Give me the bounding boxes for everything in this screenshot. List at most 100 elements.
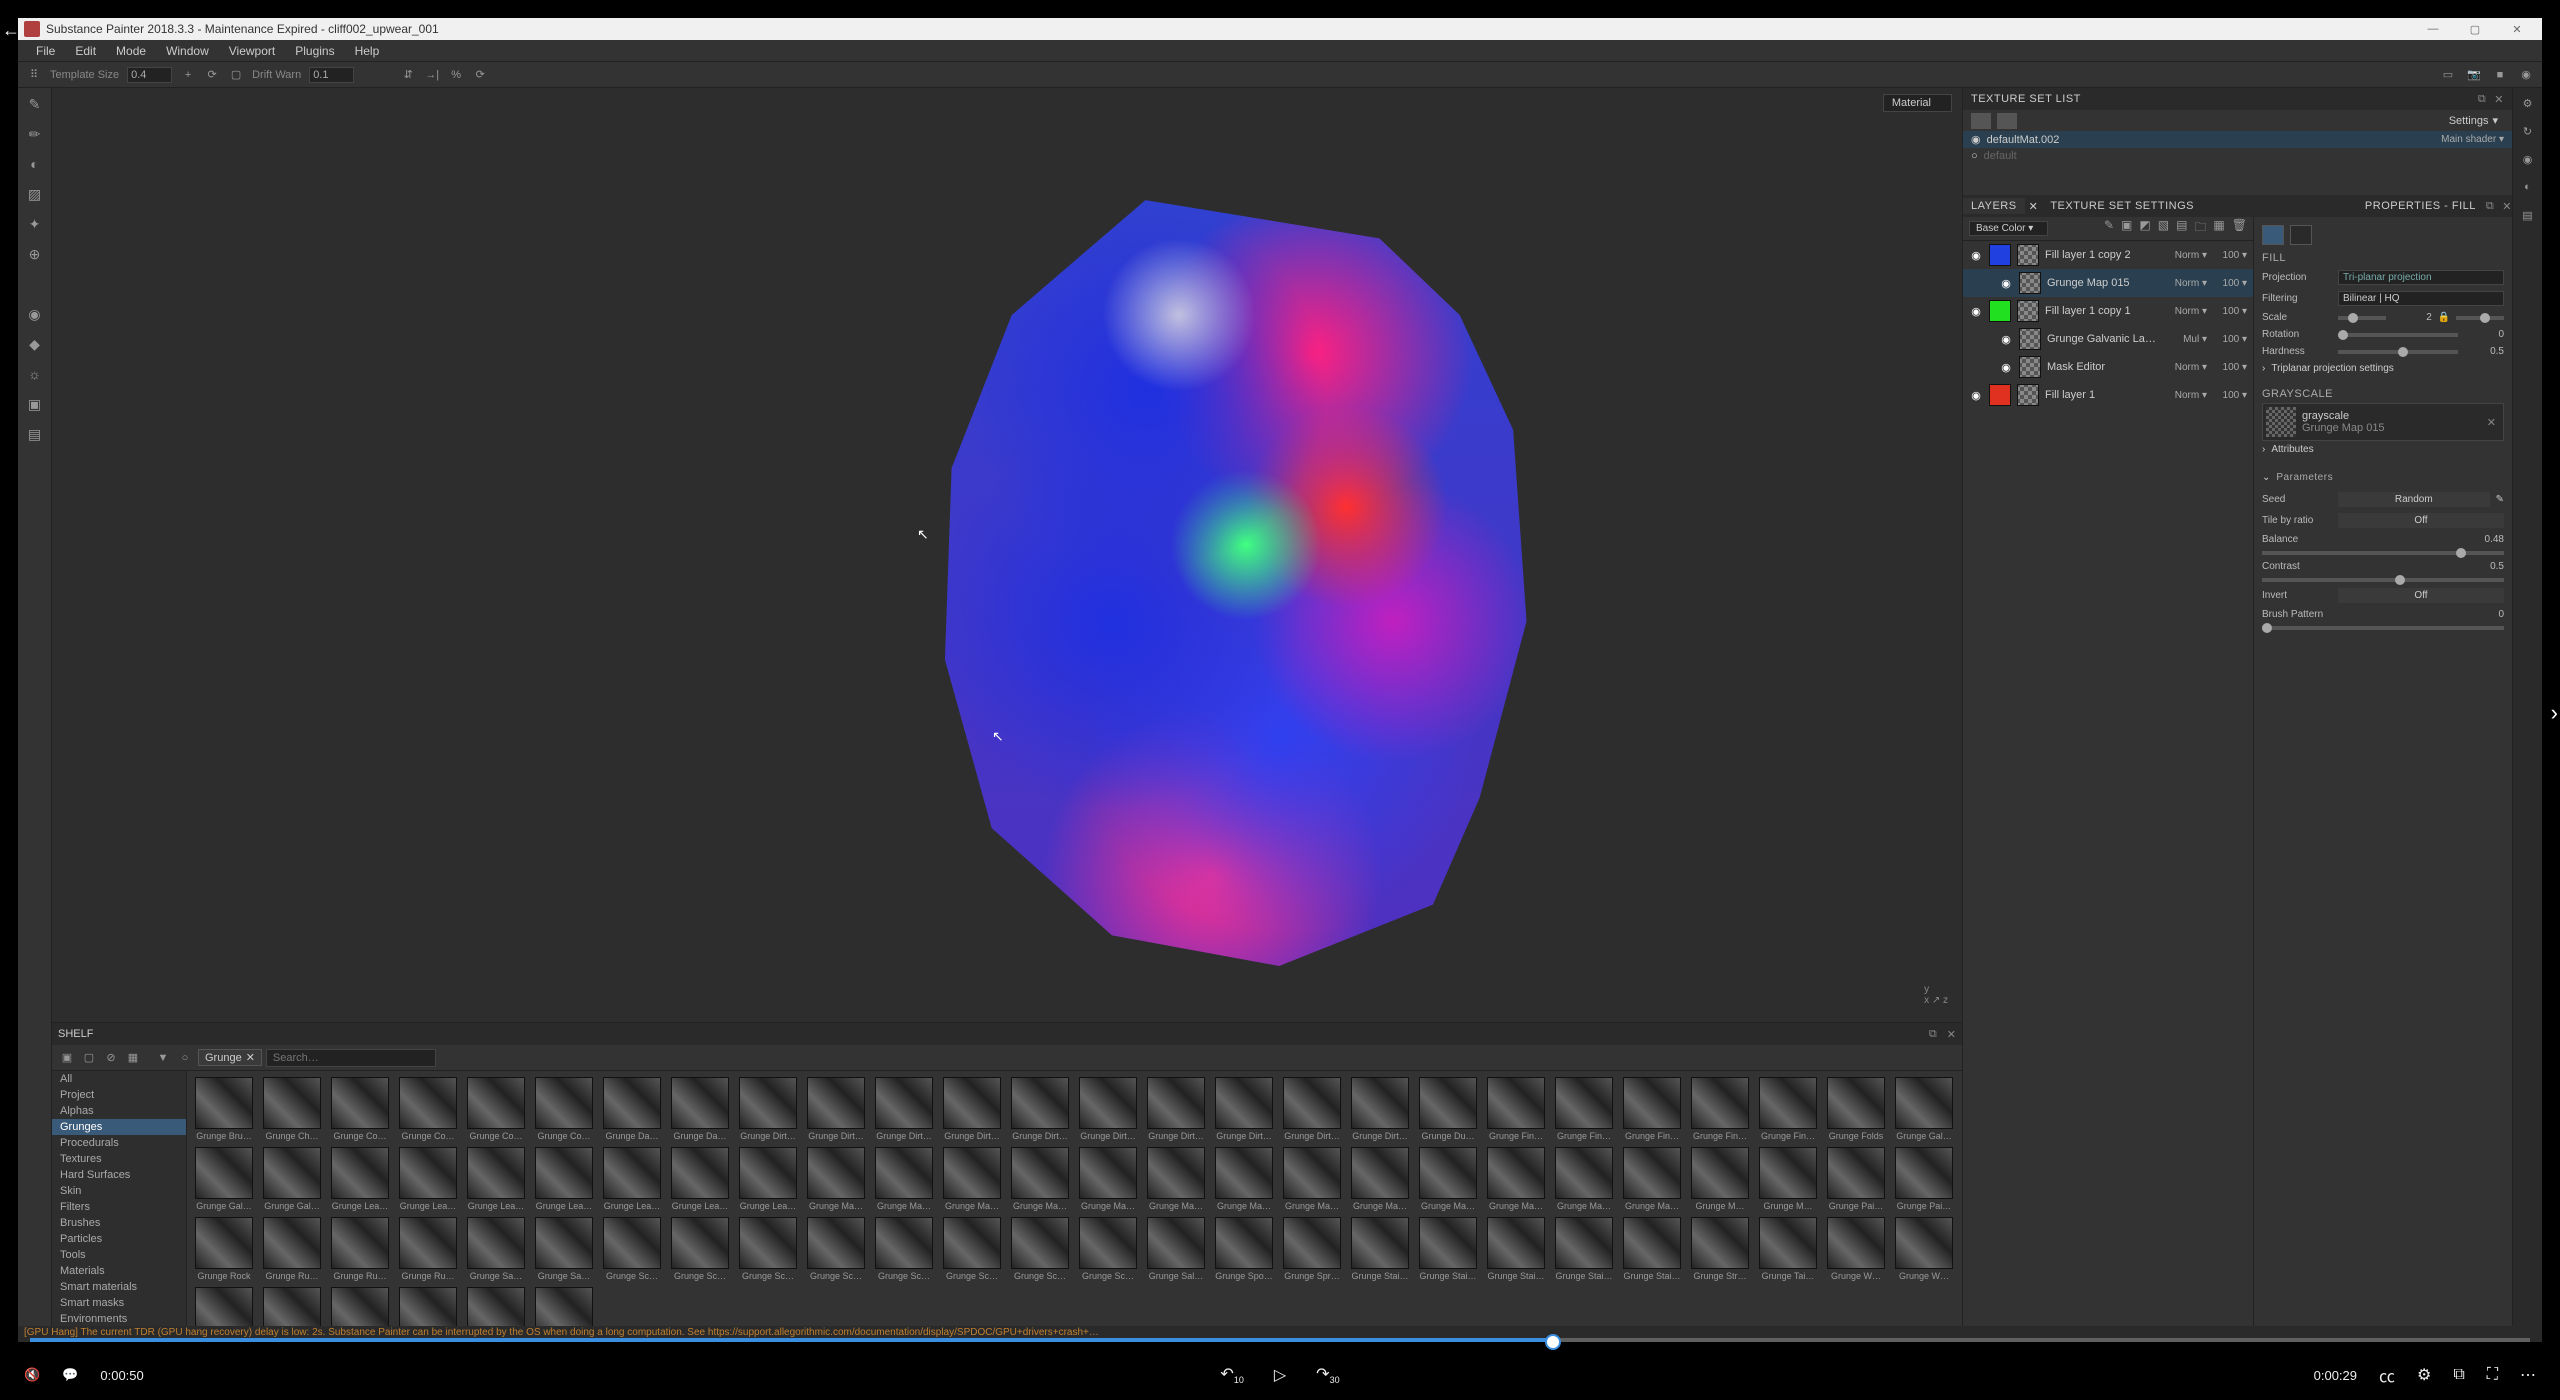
shelf-thumb[interactable]: Grunge Sc… [601, 1217, 663, 1281]
template-size-input[interactable] [127, 67, 172, 83]
shelf-thumb[interactable]: Grunge Pai… [1825, 1147, 1887, 1211]
undock-icon[interactable]: ⧉ [1929, 1028, 1937, 1041]
layer-row[interactable]: ◉Mask EditorNorm ▾100 ▾ [1963, 353, 2253, 381]
brush-icon[interactable]: ✎ [2104, 218, 2114, 239]
cc-icon[interactable]: ㏄ [2379, 1363, 2395, 1387]
import-icon[interactable]: ▣ [58, 1049, 76, 1067]
more-icon[interactable]: ⋯ [2520, 1365, 2536, 1385]
shelf-thumb[interactable]: Grunge Stai… [1621, 1217, 1683, 1281]
ts-settings-dropdown[interactable]: Settings ▾ [2443, 112, 2504, 129]
shelf-thumb[interactable]: Grunge Dirt… [1077, 1077, 1139, 1141]
view-icon[interactable]: ▦ [124, 1049, 142, 1067]
expand-icon[interactable]: › [2262, 444, 2265, 455]
viewport-mode-dropdown[interactable]: Material [1883, 94, 1952, 112]
align-icon[interactable]: →| [424, 67, 440, 83]
shelf-thumb[interactable]: Grunge Rock [193, 1217, 255, 1281]
shelf-thumb[interactable]: Grunge W… [1893, 1217, 1955, 1281]
shelf-thumb[interactable]: Grunge Ma… [1621, 1147, 1683, 1211]
shelf-thumb[interactable]: Grunge Co… [397, 1077, 459, 1141]
close-icon[interactable]: ✕ [2502, 200, 2512, 213]
next-arrow[interactable]: › [2551, 700, 2558, 726]
shelf-thumb[interactable]: Grunge Dirt… [1009, 1077, 1071, 1141]
log-icon[interactable]: ▤ [2519, 206, 2537, 224]
shelf-thumb[interactable]: Grunge Gal… [261, 1147, 323, 1211]
square-icon[interactable]: ▢ [228, 67, 244, 83]
shelf-category[interactable]: Procedurals [52, 1135, 186, 1151]
scale-slider[interactable] [2338, 316, 2386, 320]
video-camera-icon[interactable]: ■ [2492, 67, 2508, 83]
shelf-thumb[interactable]: Grunge Da… [669, 1077, 731, 1141]
add-fill-icon[interactable]: ▧ [2158, 218, 2169, 239]
shelf-thumb[interactable]: Grunge Sal… [1145, 1217, 1207, 1281]
shelf-thumb[interactable]: Grunge Gal… [1893, 1077, 1955, 1141]
undock-icon[interactable]: ⧉ [2478, 93, 2486, 106]
shelf-thumb[interactable]: Grunge Co… [465, 1077, 527, 1141]
iray-tool-icon[interactable]: ▣ [25, 394, 45, 414]
shelf-thumb[interactable]: Grunge Ma… [1213, 1147, 1275, 1211]
balance-slider[interactable] [2262, 551, 2504, 555]
shelf-thumb[interactable]: Grunge Sc… [1077, 1217, 1139, 1281]
material-tool-icon[interactable]: ◉ [25, 304, 45, 324]
shelf-thumb[interactable]: Grunge Lea… [397, 1147, 459, 1211]
shelf-thumb[interactable]: Grunge Spr… [1281, 1217, 1343, 1281]
channel-dropdown[interactable]: Base Color ▾ [1969, 221, 2048, 236]
shelf-thumb[interactable]: Grunge Str… [1689, 1217, 1751, 1281]
grayscale-map-slot[interactable]: grayscale Grunge Map 015 ✕ [2262, 403, 2504, 441]
ts-shader-dropdown[interactable]: Main shader ▾ [2441, 134, 2504, 145]
clear-tag-icon[interactable]: ✕ [246, 1051, 255, 1064]
seed-random-button[interactable]: Random [2338, 492, 2490, 507]
mirror-icon[interactable]: ⇵ [400, 67, 416, 83]
shelf-category[interactable]: Grunges [52, 1119, 186, 1135]
shelf-thumb[interactable]: Grunge Lea… [737, 1147, 799, 1211]
material-mode-button[interactable] [2262, 225, 2284, 245]
rotation-slider[interactable] [2338, 333, 2458, 337]
shelf-category[interactable]: Skin [52, 1183, 186, 1199]
visibility-icon[interactable]: ◉ [1999, 361, 2013, 374]
shelf-thumb[interactable]: Grunge Ru… [261, 1217, 323, 1281]
shelf-category[interactable]: Smart materials [52, 1279, 186, 1295]
shelf-thumb[interactable]: Grunge Da… [601, 1077, 663, 1141]
shelf-thumb[interactable]: Grunge Tai… [1757, 1217, 1819, 1281]
polygon-tool-icon[interactable]: ◆ [25, 334, 45, 354]
tile-toggle[interactable]: Off [2338, 513, 2504, 528]
shelf-category[interactable]: All [52, 1071, 186, 1087]
shelf-thumb[interactable]: Grunge Sc… [737, 1217, 799, 1281]
shelf-thumb[interactable]: Grunge Sa… [533, 1217, 595, 1281]
shelf-thumb[interactable]: Grunge Bru… [193, 1077, 255, 1141]
hardness-slider[interactable] [2338, 350, 2458, 354]
shelf-thumb[interactable]: Grunge Fin… [1553, 1077, 1615, 1141]
baking-tool-icon[interactable]: ☼ [25, 364, 45, 384]
layer-row[interactable]: ◉Grunge Galvanic La…Mul ▾100 ▾ [1963, 325, 2253, 353]
shelf-category[interactable]: Project [52, 1087, 186, 1103]
visibility-icon[interactable]: ◉ [1999, 333, 2013, 346]
shelf-thumb[interactable]: Grunge Fin… [1621, 1077, 1683, 1141]
shelf-thumb[interactable]: Grunge Ma… [1281, 1147, 1343, 1211]
rotate-icon[interactable]: ⟳ [204, 67, 220, 83]
shelf-thumb[interactable]: Grunge Ru… [397, 1217, 459, 1281]
circle-icon[interactable]: ○ [176, 1049, 194, 1067]
shelf-category[interactable]: Textures [52, 1151, 186, 1167]
channel-mode-button[interactable] [2290, 225, 2312, 245]
shelf-category[interactable]: Hard Surfaces [52, 1167, 186, 1183]
menu-file[interactable]: File [26, 44, 65, 58]
shelf-thumb[interactable]: Grunge Du… [1417, 1077, 1479, 1141]
shelf-category[interactable]: Environments [52, 1311, 186, 1327]
expand-icon[interactable]: › [2262, 363, 2265, 374]
visibility-icon[interactable]: ○ [1971, 150, 1978, 162]
minimize-button[interactable]: — [2414, 20, 2452, 38]
shelf-search-input[interactable] [266, 1049, 436, 1067]
lock-icon[interactable]: 🔒 [2438, 312, 2450, 323]
shelf-thumb[interactable]: Grunge Lea… [669, 1147, 731, 1211]
shelf-thumb[interactable]: Grunge Stai… [1485, 1217, 1547, 1281]
shelf-thumb[interactable]: Grunge Folds [1825, 1077, 1887, 1141]
brush-slider[interactable] [2262, 626, 2504, 630]
shelf-thumb[interactable]: Grunge Sc… [805, 1217, 867, 1281]
shelf-thumb[interactable]: Grunge Dirt… [737, 1077, 799, 1141]
pip-icon[interactable]: ⧉ [2453, 1366, 2464, 1384]
layer-row[interactable]: ◉Fill layer 1 copy 1Norm ▾100 ▾ [1963, 297, 2253, 325]
shelf-thumb[interactable]: Grunge Gal… [193, 1147, 255, 1211]
folder-icon[interactable]: ▢ [80, 1049, 98, 1067]
attributes-link[interactable]: Attributes [2271, 444, 2313, 455]
plus-icon[interactable]: + [180, 67, 196, 83]
close-icon[interactable]: ✕ [2494, 93, 2504, 106]
